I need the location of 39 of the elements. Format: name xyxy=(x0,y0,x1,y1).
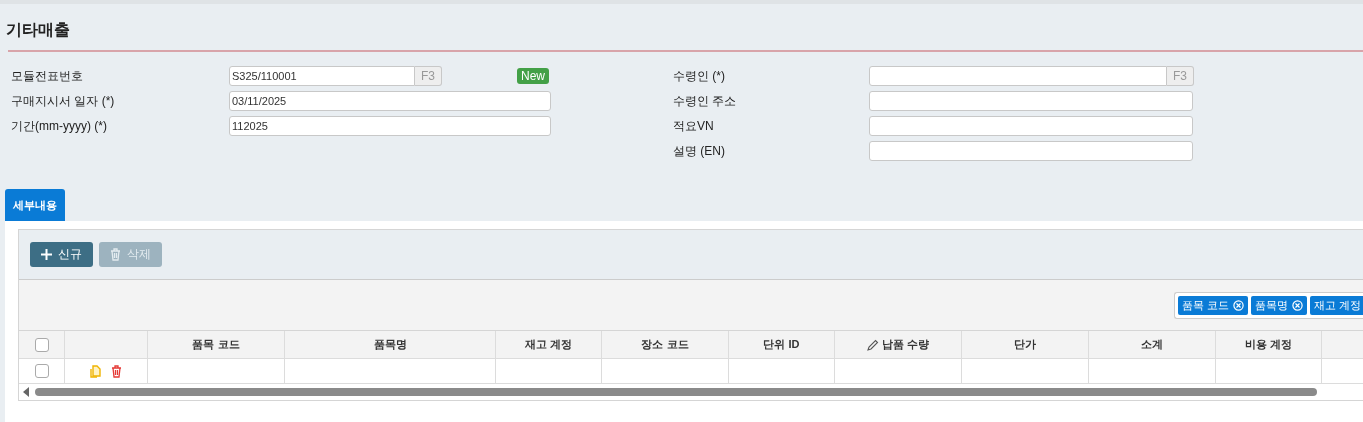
input-field[interactable] xyxy=(869,116,1193,136)
input-field[interactable] xyxy=(869,141,1193,161)
input-field[interactable] xyxy=(869,66,1167,86)
column-header[interactable]: 재고 계정 xyxy=(496,331,602,359)
column-header[interactable]: 장소 코드 xyxy=(602,331,729,359)
field-label: 설명 (EN) xyxy=(673,142,726,160)
add-button[interactable]: 신규 xyxy=(30,242,93,267)
input-field[interactable]: 03/11/2025 xyxy=(229,91,551,111)
page-title: 기타매출 xyxy=(6,20,71,40)
field-label: 구매지시서 일자 (*) xyxy=(11,92,116,110)
column-header[interactable]: 품목명 xyxy=(285,331,496,359)
select-all-checkbox[interactable] xyxy=(34,337,49,352)
tab[interactable]: 세부내용 xyxy=(5,189,65,221)
pencil-icon xyxy=(866,338,879,351)
row-checkbox[interactable] xyxy=(34,364,49,378)
group-chip[interactable]: 품목명 xyxy=(1250,295,1307,315)
group-chip[interactable]: 품목 코드 xyxy=(1177,295,1248,315)
column-header[interactable]: 품목 코드 xyxy=(148,331,285,359)
field-label: 적요VN xyxy=(673,117,715,135)
column-header[interactable]: 단가 xyxy=(962,331,1089,359)
input-field[interactable] xyxy=(869,91,1193,111)
column-header[interactable]: 비용 계정 xyxy=(1216,331,1322,359)
field-label: 수령인 주소 xyxy=(673,92,738,110)
field-label: 모듈전표번호 xyxy=(11,67,84,85)
column-header[interactable]: 납품 수량 xyxy=(835,331,962,359)
scroll-left-icon[interactable] xyxy=(23,387,29,397)
input-field[interactable]: 112025 xyxy=(229,116,551,136)
input-field[interactable]: S325/110001 xyxy=(229,66,415,86)
group-chip[interactable]: 재고 계정 xyxy=(1309,295,1363,315)
close-icon[interactable] xyxy=(1291,299,1303,311)
close-icon[interactable] xyxy=(1232,299,1244,311)
status-badge: New xyxy=(517,68,549,84)
field-label: 기간(mm-yyyy) (*) xyxy=(11,117,108,135)
copy-icon[interactable] xyxy=(90,364,101,378)
column-header[interactable]: 단위 ID xyxy=(729,331,835,359)
field-label: 수령인 (*) xyxy=(673,67,726,85)
plus-icon xyxy=(41,249,52,260)
scrollbar-thumb[interactable] xyxy=(35,388,1317,396)
column-header[interactable]: 소계 xyxy=(1089,331,1216,359)
